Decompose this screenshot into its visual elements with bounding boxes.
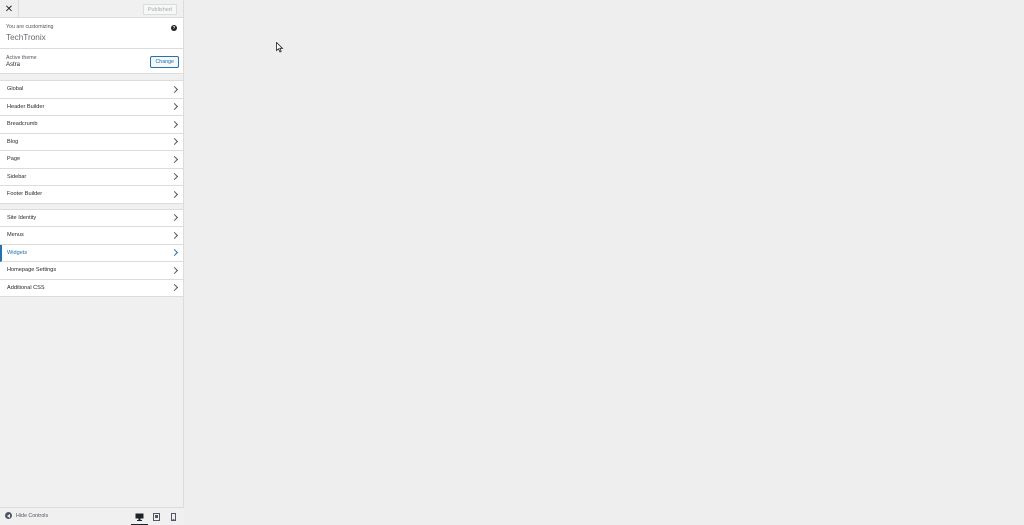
section-label: Header Builder [7,103,45,110]
tablet-preview-button[interactable] [148,508,165,525]
section-label: Blog [7,138,19,145]
section-item-additional-css[interactable]: Additional CSS [0,280,183,297]
customizing-label: You are customizing [6,24,54,30]
help-icon[interactable]: ? [171,25,177,31]
customizer-footer: Hide Controls [0,507,184,525]
chevron-right-icon [170,190,179,198]
section-item-menus[interactable]: Menus [0,227,183,245]
chevron-right-icon [170,266,179,274]
desktop-icon [135,513,144,521]
section-item-widgets[interactable]: Widgets [0,244,183,262]
section-label: Homepage Settings [7,267,57,274]
close-icon[interactable]: ✕ [0,0,19,18]
customizer-sidebar: ✕ Published You are customizing TechTron… [0,0,184,525]
section-group-theme: Global Header Builder Breadcrumb Blog Pa… [0,80,183,204]
section-label: Footer Builder [7,191,43,198]
section-item-global[interactable]: Global [0,81,183,99]
mobile-icon [171,513,176,521]
chevron-right-icon [170,248,179,257]
section-label: Breadcrumb [7,121,38,128]
section-label: Widgets [7,249,28,256]
chevron-right-icon [170,213,179,222]
mobile-preview-button[interactable] [165,508,182,525]
change-theme-button[interactable]: Change [150,56,179,68]
publish-button[interactable]: Published [142,4,177,15]
chevron-right-icon [170,120,179,128]
tablet-icon [153,513,160,521]
section-item-site-identity[interactable]: Site Identity [0,210,183,227]
chevron-right-icon [170,283,179,292]
active-theme-panel: Active theme Astra Change [0,49,183,74]
chevron-right-icon [170,137,179,146]
section-item-sidebar[interactable]: Sidebar [0,169,183,186]
section-label: Menus [7,232,24,239]
collapse-arrow-icon [5,512,12,519]
customizer-header: ✕ Published [0,0,183,18]
section-item-footer-builder[interactable]: Footer Builder [0,186,183,204]
section-label: Global [7,86,24,93]
section-label: Sidebar [7,173,27,180]
device-preview-toggles [131,508,182,525]
site-preview-frame[interactable] [185,0,1024,525]
site-title: TechTronix [6,33,46,42]
mouse-pointer-icon [276,42,284,53]
desktop-preview-button[interactable] [131,508,148,525]
chevron-right-icon [170,102,179,111]
section-label: Site Identity [7,214,37,221]
section-item-homepage-settings[interactable]: Homepage Settings [0,262,183,280]
chevron-right-icon [170,231,179,239]
customizer-info: You are customizing TechTronix ? [0,18,183,49]
section-label: Page [7,156,21,163]
chevron-right-icon [170,172,179,181]
chevron-right-icon [170,155,179,163]
section-group-core: Site Identity Menus Widgets Homepage Set… [0,208,183,297]
section-item-header-builder[interactable]: Header Builder [0,99,183,116]
hide-controls-button[interactable]: Hide Controls [5,512,48,519]
section-label: Additional CSS [7,284,45,291]
section-item-page[interactable]: Page [0,151,183,169]
section-item-blog[interactable]: Blog [0,134,183,151]
chevron-right-icon [170,85,179,93]
hide-controls-label: Hide Controls [16,512,49,519]
section-item-breadcrumb[interactable]: Breadcrumb [0,116,183,134]
